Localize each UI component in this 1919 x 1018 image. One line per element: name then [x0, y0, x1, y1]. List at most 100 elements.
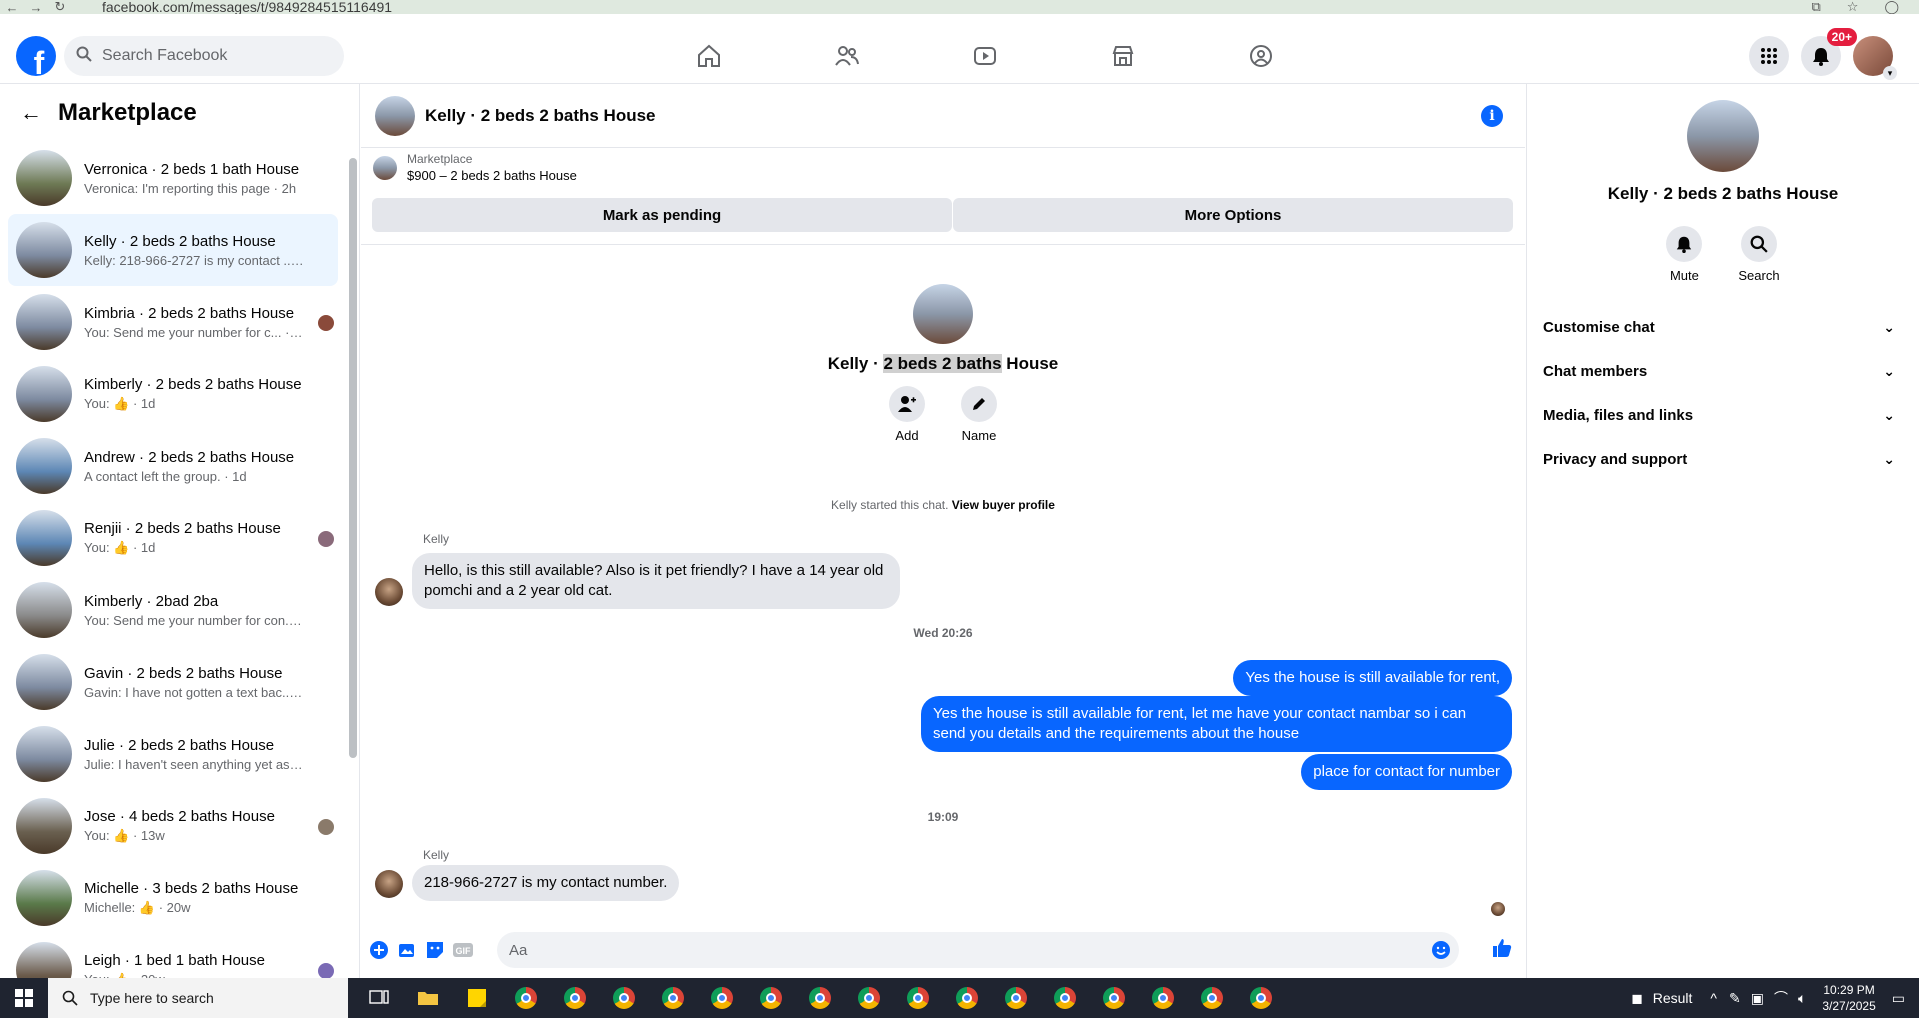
conversation-item[interactable]: Kimbria · 2 beds 2 baths House You: Send … — [8, 286, 338, 358]
search-box[interactable] — [64, 36, 344, 76]
conversation-item[interactable]: Julie · 2 beds 2 baths House Julie: I hav… — [8, 718, 338, 790]
file-explorer-icon[interactable] — [403, 978, 452, 1018]
conversation-item[interactable]: Michelle · 3 beds 2 baths House Michelle:… — [8, 862, 338, 934]
bookmark-star-icon[interactable]: ☆ — [1847, 0, 1859, 15]
chrome-window-icon[interactable] — [991, 978, 1040, 1018]
edit-name-button[interactable]: Name — [961, 386, 997, 443]
chat-avatar[interactable] — [375, 95, 415, 136]
volume-icon[interactable]: 🔈︎ — [1798, 990, 1806, 1007]
add-people-button[interactable]: Add — [889, 386, 925, 443]
chrome-window-icon[interactable] — [1040, 978, 1089, 1018]
mark-as-pending-button[interactable]: Mark as pending — [372, 198, 952, 232]
chevron-up-icon[interactable]: ^ — [1710, 990, 1717, 1006]
emoji-icon[interactable] — [1431, 940, 1451, 965]
notifications-bell-icon[interactable]: 20+ — [1801, 28, 1857, 76]
search-input[interactable] — [102, 47, 302, 65]
chrome-window-icon[interactable] — [501, 978, 550, 1018]
message-bubble-incoming[interactable]: Hello, is this still available? Also is … — [412, 553, 900, 609]
intro-avatar — [913, 284, 973, 344]
conversation-item[interactable]: Kelly · 2 beds 2 baths House Kelly: 218-9… — [8, 214, 338, 286]
conversation-item[interactable]: Jose · 4 beds 2 baths House You: 👍 · 13w — [8, 790, 338, 862]
conversation-item[interactable]: Renjii · 2 beds 2 baths House You: 👍 · 1d — [8, 502, 338, 574]
message-bubble-incoming[interactable]: 218-966-2727 is my contact number. — [412, 865, 680, 901]
gif-icon[interactable]: GIF — [452, 939, 474, 961]
chrome-window-icon[interactable] — [942, 978, 991, 1018]
home-icon[interactable] — [640, 28, 778, 84]
conversation-item[interactable]: Andrew · 2 beds 2 baths House A contact l… — [8, 430, 338, 502]
facebook-logo[interactable]: f — [16, 36, 56, 76]
sidebar-scrollbar[interactable] — [349, 148, 357, 968]
message-bubble-outgoing[interactable]: place for contact for number — [1301, 754, 1512, 790]
address-bar[interactable]: facebook.com/messages/t/9849284515116491 — [102, 0, 392, 15]
clock[interactable]: 10:29 PM 3/27/2025 — [1822, 982, 1875, 1014]
info-section-customise-chat[interactable]: Customise chat ⌄ — [1527, 305, 1919, 349]
info-icon[interactable]: i — [1481, 105, 1503, 127]
conversation-thumbnail — [16, 438, 72, 494]
info-section-privacy-and-support[interactable]: Privacy and support ⌄ — [1527, 437, 1919, 481]
sticky-notes-icon[interactable] — [452, 978, 501, 1018]
message-bubble-outgoing[interactable]: Yes the house is still available for ren… — [1233, 660, 1512, 696]
sticker-icon[interactable] — [424, 939, 446, 961]
chrome-window-icon[interactable] — [1138, 978, 1187, 1018]
reload-icon[interactable]: ↻ — [48, 0, 72, 15]
info-section-chat-members[interactable]: Chat members ⌄ — [1527, 349, 1919, 393]
chrome-window-icon[interactable] — [599, 978, 648, 1018]
chrome-window-icon[interactable] — [844, 978, 893, 1018]
conversation-item[interactable]: Leigh · 1 bed 1 bath HouseYou: 👍 · 20w — [8, 934, 338, 978]
task-view-icon[interactable] — [354, 978, 403, 1018]
conversation-item[interactable]: Kimberly · 2 beds 2 baths House You: 👍 · … — [8, 358, 338, 430]
chrome-window-icon[interactable] — [1236, 978, 1285, 1018]
notification-center-icon[interactable]: ▭ — [1892, 990, 1905, 1007]
marketplace-icon[interactable] — [1054, 28, 1192, 84]
conversation-item[interactable]: Kimberly · 2bad 2ba You: Send me your num… — [8, 574, 338, 646]
sender-avatar[interactable] — [375, 870, 403, 898]
sender-avatar[interactable] — [375, 578, 403, 606]
taskbar-search[interactable]: Type here to search — [48, 978, 348, 1018]
video-icon[interactable] — [916, 28, 1054, 84]
chrome-window-icon[interactable] — [746, 978, 795, 1018]
mute-button[interactable]: Mute — [1666, 226, 1703, 283]
conversation-preview: You: Send me your number for con... · 2d — [84, 612, 304, 628]
chrome-window-icon[interactable] — [795, 978, 844, 1018]
network-icon[interactable]: ⌒ — [1774, 988, 1788, 1008]
pen-icon[interactable]: ✎ — [1729, 990, 1741, 1007]
chrome-window-icon[interactable] — [893, 978, 942, 1018]
groups-icon[interactable] — [1192, 28, 1330, 84]
chrome-window-icon[interactable] — [697, 978, 746, 1018]
chrome-window-icon[interactable] — [1089, 978, 1138, 1018]
forward-arrow-icon[interactable]: → — [24, 0, 48, 15]
result-label[interactable]: Result — [1653, 990, 1693, 1006]
chrome-window-icon[interactable] — [648, 978, 697, 1018]
install-icon[interactable]: ⧉ — [1811, 0, 1820, 15]
chrome-window-icon[interactable] — [1187, 978, 1236, 1018]
profile-icon[interactable]: ◯ — [1884, 0, 1899, 15]
photo-icon[interactable] — [396, 939, 418, 961]
timestamp: Wed 20:26 — [913, 626, 973, 640]
windows-start-icon[interactable] — [0, 978, 48, 1018]
menu-grid-icon[interactable] — [1749, 36, 1789, 76]
conversation-thumbnail — [16, 870, 72, 926]
back-arrow-icon[interactable]: ← — [20, 100, 42, 126]
plus-icon[interactable] — [368, 939, 390, 961]
message-bubble-outgoing[interactable]: Yes the house is still available for ren… — [921, 696, 1512, 752]
conversation-preview: Julie: I haven't seen anything yet as...… — [84, 756, 304, 772]
account-avatar[interactable]: ▾ — [1853, 36, 1897, 80]
chat-title[interactable]: Kelly · 2 beds 2 baths House — [425, 106, 656, 126]
conversation-thumbnail — [16, 366, 72, 422]
like-thumb-icon[interactable] — [1491, 937, 1513, 959]
info-section-media-files-and-links[interactable]: Media, files and links ⌄ — [1527, 393, 1919, 437]
app-tray-icon[interactable]: ◼ — [1631, 990, 1643, 1007]
back-arrow-icon[interactable]: ← — [0, 0, 24, 15]
more-options-button[interactable]: More Options — [953, 198, 1513, 232]
message-input-box[interactable] — [497, 932, 1459, 968]
message-input[interactable] — [509, 941, 1409, 959]
conversation-item[interactable]: Gavin · 2 beds 2 baths House Gavin: I hav… — [8, 646, 338, 718]
view-buyer-profile-link[interactable]: View buyer profile — [952, 498, 1055, 512]
conversation-item[interactable]: Verronica · 2 beds 1 bath House Veronica:… — [8, 142, 338, 214]
meet-icon[interactable]: ▣ — [1751, 990, 1764, 1007]
search-in-chat-button[interactable]: Search — [1738, 226, 1780, 283]
profile-avatar[interactable] — [1687, 100, 1759, 172]
chrome-window-icon[interactable] — [550, 978, 599, 1018]
listing-summary[interactable]: Marketplace $900 – 2 beds 2 baths House — [373, 152, 577, 183]
friends-icon[interactable] — [778, 28, 916, 84]
